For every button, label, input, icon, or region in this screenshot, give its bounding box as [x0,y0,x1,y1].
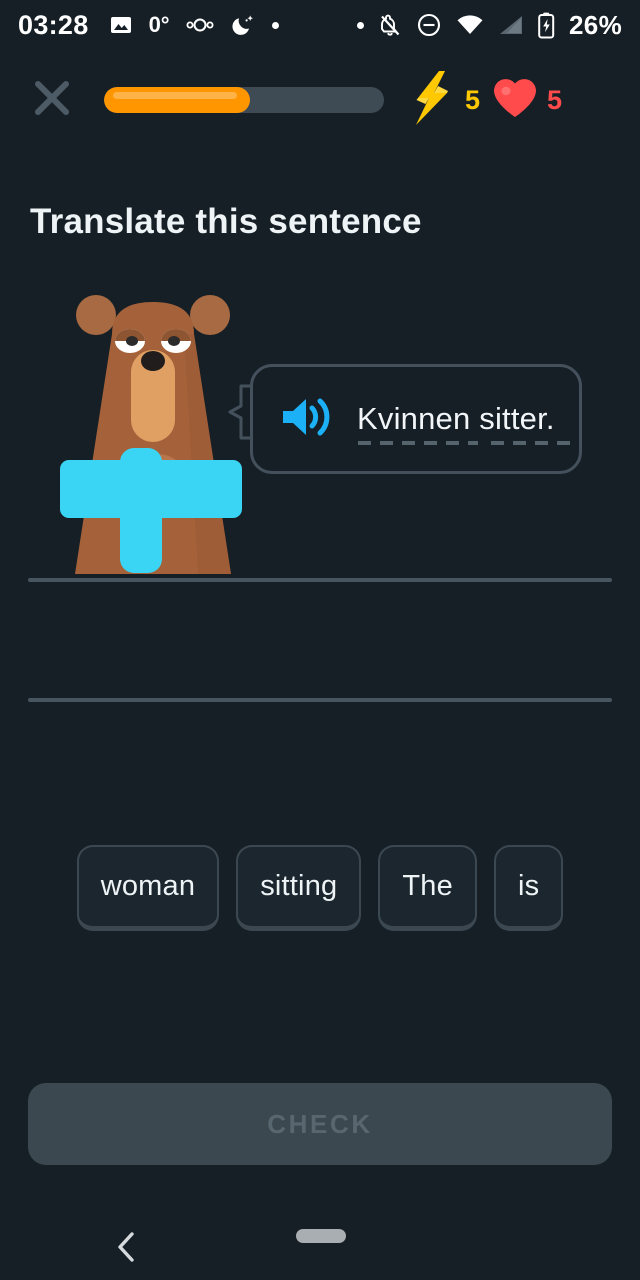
hearts-counter[interactable]: 5 [492,76,562,125]
word-tile[interactable]: is [494,845,563,931]
bear-mascot-illustration [58,288,248,585]
notification-dot-icon [272,22,279,29]
battery-percentage: 26% [569,10,622,41]
exercise-prompt-area: Kvinnen sitter. [0,288,640,588]
word-tile[interactable]: The [378,845,477,931]
prompt-sentence-wrap: Kvinnen sitter. [357,401,555,437]
check-button[interactable]: CHECK [28,1083,612,1165]
lesson-header: 5 5 [0,62,640,138]
wifi-icon [456,14,484,36]
gems-counter[interactable]: 5 [412,71,480,130]
do-not-disturb-icon [416,12,442,38]
lesson-progress-highlight [113,92,237,99]
duolingo-exercise-screen: 03:28 0° [0,0,640,1280]
word-tile[interactable]: woman [77,845,220,931]
word-hint-underline[interactable] [358,441,478,445]
exercise-title: Translate this sentence [30,202,422,242]
status-bar-right-icons: 26% [357,10,622,41]
audio-speaker-icon[interactable] [279,394,335,445]
word-bank: woman sitting The is [0,845,640,931]
word-tile[interactable]: sitting [236,845,361,931]
heart-icon [492,76,538,125]
speech-bubble[interactable]: Kvinnen sitter. [250,364,582,474]
answer-line-2[interactable] [28,698,612,702]
bedtime-moon-icon [230,12,256,38]
prompt-sentence: Kvinnen sitter. [357,401,555,436]
status-bar-left-icons: 0° [109,12,279,38]
notifications-muted-icon [378,13,402,38]
status-bar: 03:28 0° [0,0,640,50]
answer-line-1[interactable] [28,578,612,582]
lesson-progress-fill [104,87,250,113]
close-lesson-button[interactable] [24,72,80,128]
nextcloud-icon [186,17,214,33]
image-icon [109,13,133,37]
status-bar-clock: 03:28 [18,10,89,41]
word-hint-underline[interactable] [491,441,573,445]
home-indicator-pill[interactable] [296,1229,346,1243]
lightning-bolt-icon [412,71,456,130]
android-nav-bar [0,1212,640,1280]
back-chevron-icon[interactable] [112,1230,142,1269]
battery-charging-icon [538,12,555,39]
hearts-count: 5 [547,85,562,116]
lesson-progress-bar [104,87,384,113]
temperature-readout: 0° [149,12,170,38]
notification-dot-icon [357,22,364,29]
gems-count: 5 [465,85,480,116]
close-x-icon [30,76,74,125]
cellular-signal-icon [498,14,524,36]
